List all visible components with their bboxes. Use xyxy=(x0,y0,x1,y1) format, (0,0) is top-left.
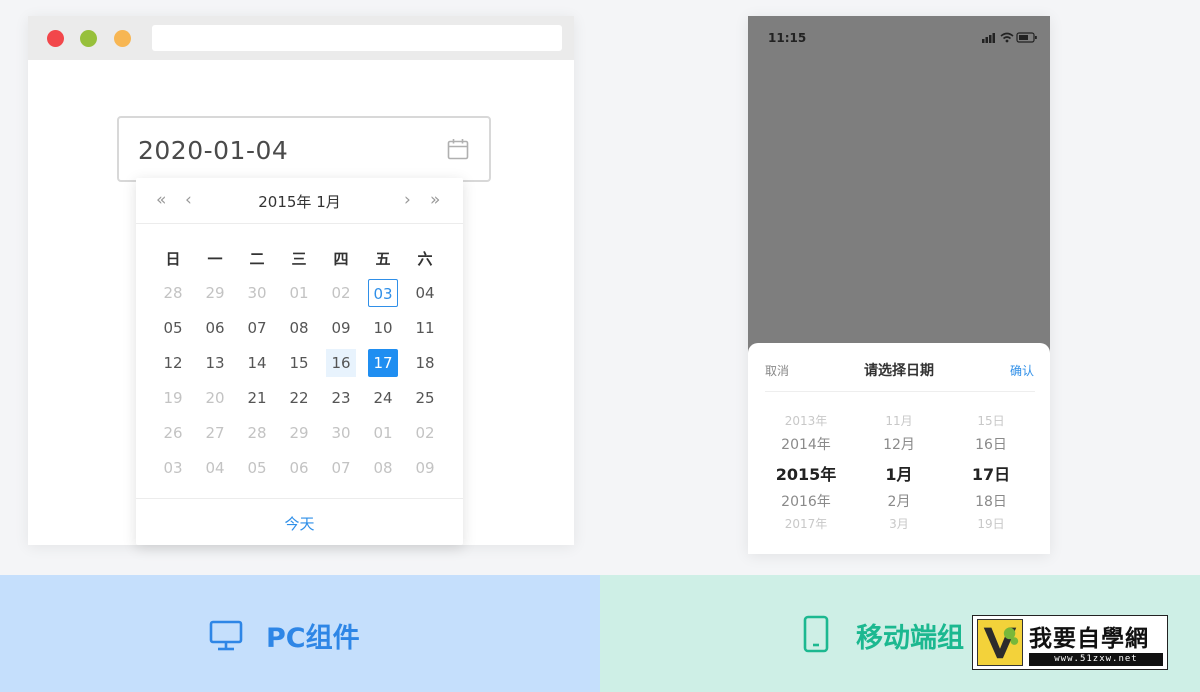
calendar-title: 2015年 1月 xyxy=(258,193,341,211)
calendar-day[interactable]: 10 xyxy=(368,314,398,342)
calendar-header: « ‹ 2015年 1月 › » xyxy=(136,178,463,224)
pc-banner-label: PC组件 xyxy=(266,623,360,654)
date-input[interactable]: 2020-01-04 xyxy=(117,116,491,182)
leaf-logo-icon xyxy=(977,619,1023,666)
wheel-option-selected[interactable]: 2015年 xyxy=(756,461,856,485)
phone-icon xyxy=(803,615,829,653)
calendar-day[interactable]: 05 xyxy=(158,314,188,342)
calendar-day[interactable]: 03 xyxy=(158,454,188,482)
wheel-option[interactable]: 3月 xyxy=(849,515,949,532)
wheel-option[interactable]: 16日 xyxy=(941,434,1041,454)
calendar-day[interactable]: 01 xyxy=(284,279,314,307)
monitor-icon xyxy=(209,620,243,651)
calendar-day[interactable]: 28 xyxy=(158,279,188,307)
weekday-header: 六 xyxy=(417,250,433,268)
calendar-footer: 今天 xyxy=(136,498,463,545)
calendar-day[interactable]: 28 xyxy=(242,419,272,447)
address-bar[interactable] xyxy=(152,25,562,51)
today-button[interactable]: 今天 xyxy=(136,513,463,534)
mobile-phone-screen: 11:15 取消 请选择日期 确认 2013年 2014年 2015年 2016… xyxy=(748,16,1050,554)
calendar-day-today[interactable]: 03 xyxy=(368,279,398,307)
browser-titlebar xyxy=(28,16,574,60)
next-year-button[interactable]: » xyxy=(430,190,440,210)
weekday-header: 三 xyxy=(291,250,307,268)
calendar-day[interactable]: 20 xyxy=(200,384,230,412)
close-window-dot[interactable] xyxy=(47,30,64,47)
wheel-option[interactable]: 2013年 xyxy=(756,412,856,429)
calendar-day[interactable]: 23 xyxy=(326,384,356,412)
weekday-header: 日 xyxy=(165,250,181,268)
status-time: 11:15 xyxy=(768,31,807,45)
calendar-day[interactable]: 09 xyxy=(326,314,356,342)
calendar-day[interactable]: 02 xyxy=(410,419,440,447)
signal-icon xyxy=(982,33,995,43)
sheet-title: 请选择日期 xyxy=(864,363,934,379)
next-month-button[interactable]: › xyxy=(404,190,411,210)
wheel-option[interactable]: 2014年 xyxy=(756,434,856,454)
wheel-option-selected[interactable]: 1月 xyxy=(849,461,949,485)
calendar-day[interactable]: 06 xyxy=(284,454,314,482)
calendar-day[interactable]: 19 xyxy=(158,384,188,412)
watermark-logo: 我要自學網 www.51zxw.net xyxy=(972,615,1168,670)
watermark-text: 我要自學網 xyxy=(1029,626,1149,652)
wheel-option[interactable]: 18日 xyxy=(941,491,1041,511)
status-icons xyxy=(982,32,1037,43)
calendar-day[interactable]: 12 xyxy=(158,349,188,377)
wheel-option[interactable]: 12月 xyxy=(849,434,949,454)
calendar-day[interactable]: 13 xyxy=(200,349,230,377)
calendar-day[interactable]: 18 xyxy=(410,349,440,377)
calendar-day[interactable]: 21 xyxy=(242,384,272,412)
calendar-day[interactable]: 07 xyxy=(326,454,356,482)
battery-icon xyxy=(1016,32,1037,43)
calendar-day-selected[interactable]: 17 xyxy=(368,349,398,377)
calendar-day[interactable]: 30 xyxy=(242,279,272,307)
wheel-option[interactable]: 2016年 xyxy=(756,491,856,511)
confirm-button[interactable]: 确认 xyxy=(1010,362,1034,379)
calendar-day[interactable]: 04 xyxy=(200,454,230,482)
calendar-day[interactable]: 30 xyxy=(326,419,356,447)
wheel-option[interactable]: 19日 xyxy=(941,515,1041,532)
weekday-header: 一 xyxy=(207,250,223,268)
calendar-day[interactable]: 29 xyxy=(284,419,314,447)
weekday-header: 二 xyxy=(249,250,265,268)
wifi-icon xyxy=(1000,32,1014,43)
calendar-day[interactable]: 01 xyxy=(368,419,398,447)
calendar-day[interactable]: 26 xyxy=(158,419,188,447)
wheel-option-selected[interactable]: 17日 xyxy=(941,461,1041,485)
calendar-day[interactable]: 11 xyxy=(410,314,440,342)
calendar-day[interactable]: 06 xyxy=(200,314,230,342)
calendar-day[interactable]: 27 xyxy=(200,419,230,447)
calendar-day[interactable]: 07 xyxy=(242,314,272,342)
minimize-window-dot[interactable] xyxy=(114,30,131,47)
calendar-popup: « ‹ 2015年 1月 › » 今天 日 一 二 三 四 五 六 28 29 30 01 02 03 0… xyxy=(136,178,463,545)
date-input-value: 2020-01-04 xyxy=(138,136,289,165)
calendar-day[interactable]: 05 xyxy=(242,454,272,482)
mobile-banner-label: 移动端组 xyxy=(856,623,964,654)
calendar-day[interactable]: 08 xyxy=(368,454,398,482)
maximize-window-dot[interactable] xyxy=(80,30,97,47)
calendar-day[interactable]: 25 xyxy=(410,384,440,412)
calendar-icon[interactable] xyxy=(447,138,469,160)
calendar-day[interactable]: 14 xyxy=(242,349,272,377)
wheel-option[interactable]: 2017年 xyxy=(756,515,856,532)
calendar-day[interactable]: 04 xyxy=(410,279,440,307)
watermark-url: www.51zxw.net xyxy=(1029,653,1163,666)
wheel-option[interactable]: 15日 xyxy=(941,412,1041,429)
wheel-option[interactable]: 11月 xyxy=(849,412,949,429)
calendar-day[interactable]: 15 xyxy=(284,349,314,377)
pc-banner: PC组件 xyxy=(0,575,600,692)
wheel-option[interactable]: 2月 xyxy=(849,491,949,511)
calendar-day[interactable]: 09 xyxy=(410,454,440,482)
calendar-day[interactable]: 29 xyxy=(200,279,230,307)
calendar-day[interactable]: 22 xyxy=(284,384,314,412)
weekday-header: 四 xyxy=(333,250,349,268)
calendar-day[interactable]: 08 xyxy=(284,314,314,342)
calendar-day[interactable]: 02 xyxy=(326,279,356,307)
date-picker-sheet: 取消 请选择日期 确认 2013年 2014年 2015年 2016年 2017… xyxy=(748,343,1050,554)
calendar-day[interactable]: 24 xyxy=(368,384,398,412)
sheet-divider xyxy=(765,391,1035,392)
calendar-day[interactable]: 16 xyxy=(326,349,356,377)
weekday-header: 五 xyxy=(375,250,391,268)
